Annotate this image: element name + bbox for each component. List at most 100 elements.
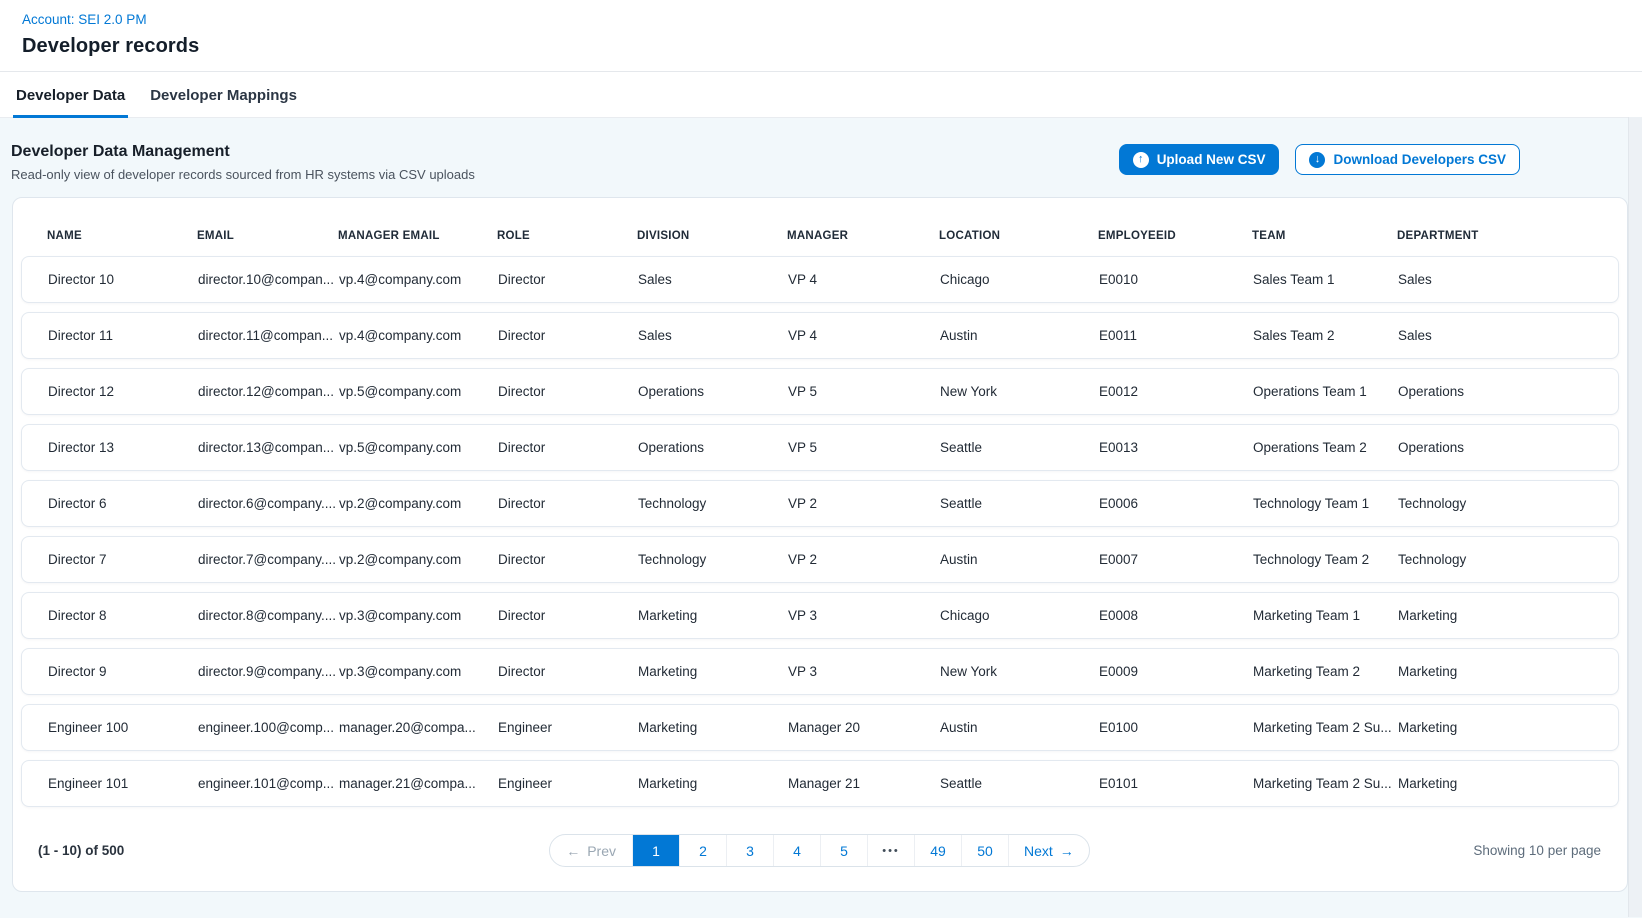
table-cell: Engineer xyxy=(498,720,638,735)
page-button-50[interactable]: 50 xyxy=(961,835,1008,866)
scrollbar[interactable] xyxy=(1628,117,1642,917)
table-cell: VP 2 xyxy=(788,552,940,567)
table-cell: Manager 20 xyxy=(788,720,940,735)
table-cell: Operations Team 2 xyxy=(1253,440,1398,455)
table-cell: vp.3@company.com xyxy=(339,664,498,679)
table-cell: Operations xyxy=(1398,440,1608,455)
column-header-department: DEPARTMENT xyxy=(1397,230,1609,242)
tab-developer-mappings[interactable]: Developer Mappings xyxy=(147,72,300,118)
table-cell: Seattle xyxy=(940,776,1099,791)
table-row: Director 7director.7@company....vp.2@com… xyxy=(21,536,1619,583)
table-cell: Sales Team 1 xyxy=(1253,272,1398,287)
table-body: Director 10director.10@compan...vp.4@com… xyxy=(21,256,1619,807)
column-header-manager-email: MANAGER EMAIL xyxy=(338,230,497,242)
table-cell: Director xyxy=(498,440,638,455)
table-cell: Director xyxy=(498,608,638,623)
table-cell: Engineer 100 xyxy=(48,720,198,735)
table-cell: E0010 xyxy=(1099,272,1253,287)
tab-developer-data[interactable]: Developer Data xyxy=(13,72,128,118)
table-cell: VP 5 xyxy=(788,440,940,455)
upload-new-csv-button[interactable]: ↑ Upload New CSV xyxy=(1119,144,1280,175)
column-header-employeeid: EMPLOYEEID xyxy=(1098,230,1252,242)
table-cell: Technology Team 1 xyxy=(1253,496,1398,511)
table-cell: E0012 xyxy=(1099,384,1253,399)
table-cell: Director 7 xyxy=(48,552,198,567)
table-row: Director 10director.10@compan...vp.4@com… xyxy=(21,256,1619,303)
table-cell: vp.2@company.com xyxy=(339,552,498,567)
table-cell: Director xyxy=(498,384,638,399)
table-cell: Marketing xyxy=(638,776,788,791)
right-arrow-icon: → xyxy=(1060,843,1074,859)
table-cell: E0011 xyxy=(1099,328,1253,343)
table-cell: Engineer xyxy=(498,776,638,791)
page-button-3[interactable]: 3 xyxy=(726,835,773,866)
table-cell: manager.20@compa... xyxy=(339,720,498,735)
table-cell: VP 4 xyxy=(788,272,940,287)
account-breadcrumb-link[interactable]: Account: SEI 2.0 PM xyxy=(22,12,147,27)
table-cell: Marketing xyxy=(1398,776,1608,791)
next-button[interactable]: Next → xyxy=(1008,835,1089,866)
table-cell: director.12@compan... xyxy=(198,384,339,399)
table-cell: Director 10 xyxy=(48,272,198,287)
download-icon: ↓ xyxy=(1309,152,1325,168)
table-cell: Austin xyxy=(940,720,1099,735)
upload-icon: ↑ xyxy=(1133,152,1149,168)
table-cell: New York xyxy=(940,664,1099,679)
developer-data-table: NAMEEMAILMANAGER EMAILROLEDIVISIONMANAGE… xyxy=(12,197,1628,892)
table-cell: VP 3 xyxy=(788,664,940,679)
table-cell: Director xyxy=(498,272,638,287)
table-cell: Marketing Team 2 Su... xyxy=(1253,720,1398,735)
table-cell: engineer.101@comp... xyxy=(198,776,339,791)
table-cell: Director 9 xyxy=(48,664,198,679)
table-cell: Director xyxy=(498,552,638,567)
per-page-label: Showing 10 per page xyxy=(1473,843,1601,858)
column-header-division: DIVISION xyxy=(637,230,787,242)
table-cell: VP 2 xyxy=(788,496,940,511)
table-row: Director 9director.9@company....vp.3@com… xyxy=(21,648,1619,695)
table-cell: E0007 xyxy=(1099,552,1253,567)
table-cell: Director 8 xyxy=(48,608,198,623)
section-header: Developer Data Management Read-only view… xyxy=(0,118,1642,197)
table-header-row: NAMEEMAILMANAGER EMAILROLEDIVISIONMANAGE… xyxy=(21,198,1619,256)
page-ellipsis: ••• xyxy=(867,835,914,866)
table-cell: Sales xyxy=(638,328,788,343)
column-header-location: LOCATION xyxy=(939,230,1098,242)
page-button-49[interactable]: 49 xyxy=(914,835,961,866)
table-cell: Sales xyxy=(638,272,788,287)
table-row: Director 11director.11@compan...vp.4@com… xyxy=(21,312,1619,359)
table-cell: Director xyxy=(498,664,638,679)
table-cell: Operations Team 1 xyxy=(1253,384,1398,399)
page-button-2[interactable]: 2 xyxy=(679,835,726,866)
table-cell: director.6@company.... xyxy=(198,496,339,511)
table-cell: director.10@compan... xyxy=(198,272,339,287)
table-cell: Director xyxy=(498,328,638,343)
table-cell: Technology xyxy=(1398,552,1608,567)
page-button-1[interactable]: 1 xyxy=(632,835,679,866)
table-cell: E0100 xyxy=(1099,720,1253,735)
column-header-team: TEAM xyxy=(1252,230,1397,242)
section-title: Developer Data Management xyxy=(11,143,475,161)
table-cell: New York xyxy=(940,384,1099,399)
table-cell: director.13@compan... xyxy=(198,440,339,455)
table-cell: Technology xyxy=(1398,496,1608,511)
content-area: Developer Data Management Read-only view… xyxy=(0,118,1642,918)
table-cell: Operations xyxy=(1398,384,1608,399)
column-header-email: EMAIL xyxy=(197,230,338,242)
prev-label: Prev xyxy=(587,843,616,859)
table-cell: Austin xyxy=(940,328,1099,343)
table-cell: Chicago xyxy=(940,608,1099,623)
table-cell: Marketing xyxy=(1398,664,1608,679)
download-developers-csv-button[interactable]: ↓ Download Developers CSV xyxy=(1295,144,1520,175)
table-cell: Marketing xyxy=(1398,608,1608,623)
table-cell: vp.3@company.com xyxy=(339,608,498,623)
page-button-4[interactable]: 4 xyxy=(773,835,820,866)
page-button-5[interactable]: 5 xyxy=(820,835,867,866)
section-subtitle: Read-only view of developer records sour… xyxy=(11,167,475,182)
download-button-label: Download Developers CSV xyxy=(1333,153,1506,167)
table-cell: E0006 xyxy=(1099,496,1253,511)
prev-button[interactable]: ← Prev xyxy=(550,835,632,866)
table-cell: Sales xyxy=(1398,328,1608,343)
upload-button-label: Upload New CSV xyxy=(1157,153,1266,167)
table-cell: Director 13 xyxy=(48,440,198,455)
table-cell: vp.4@company.com xyxy=(339,272,498,287)
